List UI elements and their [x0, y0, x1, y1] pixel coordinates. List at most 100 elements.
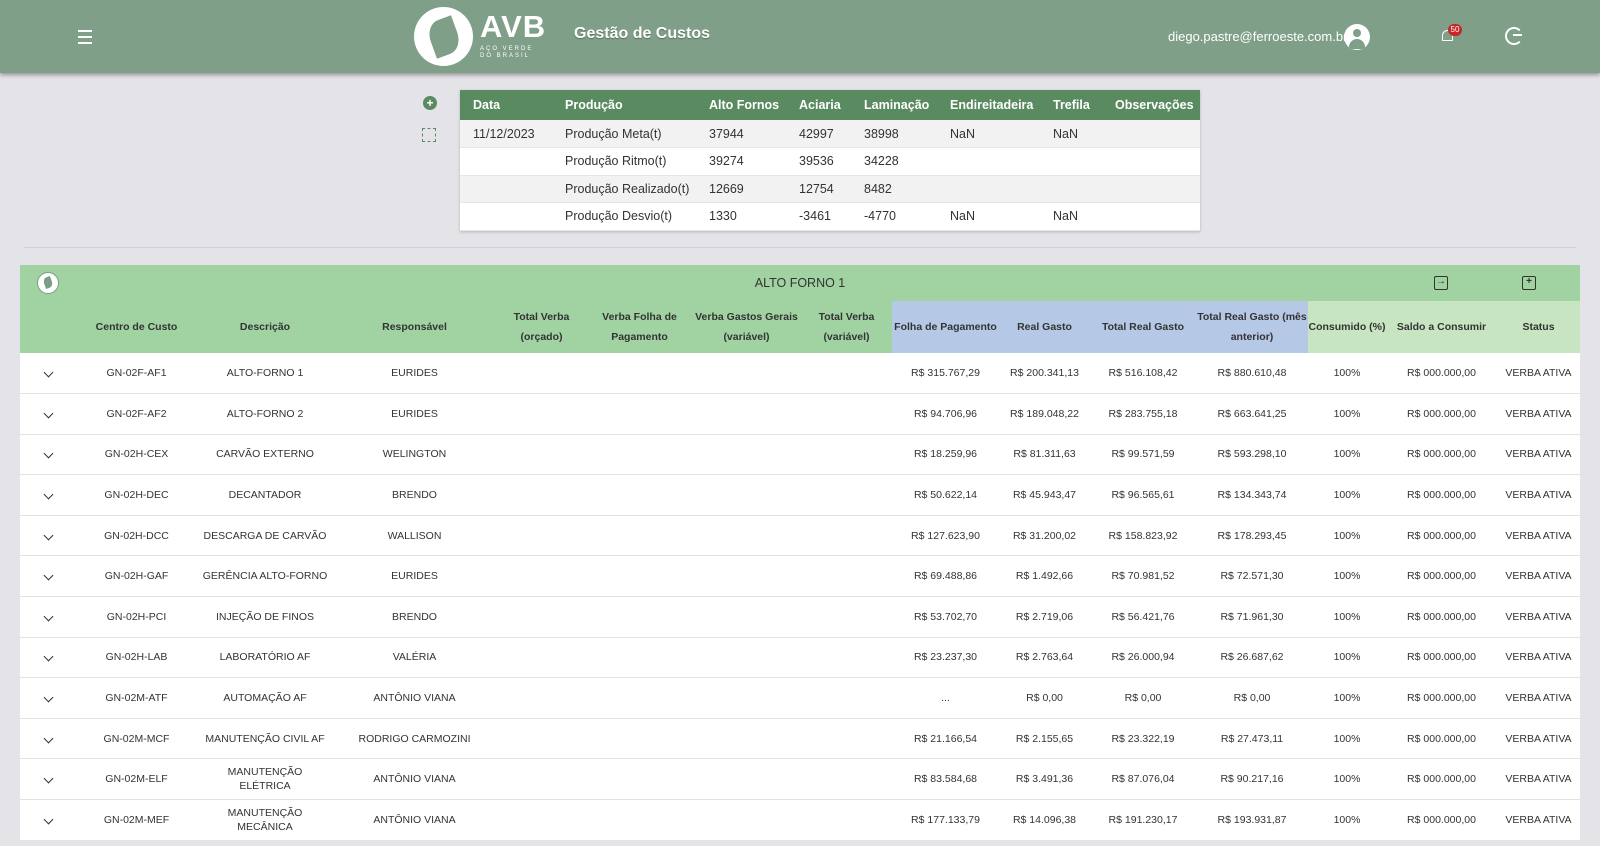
expand-row-cell [20, 393, 76, 435]
table-cell: VERBA ATIVA [1497, 474, 1580, 516]
table-cell [587, 474, 692, 516]
table-cell [801, 555, 892, 598]
table-cell [587, 596, 692, 638]
table-cell: VERBA ATIVA [1497, 637, 1580, 679]
production-cell: NaN [937, 202, 1040, 231]
production-cell: -3461 [786, 202, 851, 231]
table-cell [801, 596, 892, 638]
table-cell: R$ 3.491,36 [999, 758, 1090, 801]
table-cell [801, 677, 892, 719]
table-cell: R$ 000.000,00 [1386, 758, 1497, 801]
column-header-14: Status [1497, 301, 1580, 353]
table-cell [587, 799, 692, 841]
table-cell: R$ 2.719,06 [999, 596, 1090, 638]
user-avatar-icon[interactable] [1344, 24, 1370, 50]
table-cell: GN-02H-CEX [76, 434, 197, 476]
table-cell: R$ 0,00 [1196, 677, 1308, 719]
chevron-down-icon[interactable] [43, 530, 53, 541]
table-cell: R$ 177.133,79 [892, 799, 999, 841]
table-cell: R$ 18.259,96 [892, 434, 999, 476]
table-cell: R$ 178.293,45 [1196, 515, 1308, 557]
table-cell: INJEÇÃO DE FINOS [197, 596, 333, 638]
chevron-down-icon[interactable] [43, 489, 53, 500]
chevron-down-icon[interactable] [43, 773, 53, 784]
table-cell: R$ 663.641,25 [1196, 393, 1308, 435]
table-cell [692, 353, 801, 395]
table-cell [692, 474, 801, 516]
table-cell: R$ 23.237,30 [892, 637, 999, 679]
table-cell [496, 353, 587, 395]
table-cell: VERBA ATIVA [1497, 799, 1580, 841]
table-cell: R$ 14.096,38 [999, 799, 1090, 841]
table-cell: R$ 283.755,18 [1090, 393, 1196, 435]
table-cell: R$ 189.048,22 [999, 393, 1090, 435]
table-cell [801, 353, 892, 395]
chevron-down-icon[interactable] [43, 814, 53, 825]
table-cell [692, 758, 801, 801]
table-cell: GN-02F-AF2 [76, 393, 197, 435]
menu-icon[interactable] [76, 27, 98, 45]
table-cell: 100% [1308, 515, 1386, 557]
production-table: Data Produção Alto Fornos Aciaria Laminação E… [460, 90, 1200, 231]
chevron-down-icon[interactable] [43, 570, 53, 581]
expand-row-cell [20, 515, 76, 557]
expand-row-cell [20, 596, 76, 638]
table-cell: GN-02H-GAF [76, 555, 197, 598]
table-cell: ... [892, 677, 999, 719]
logout-icon[interactable] [1505, 27, 1523, 45]
table-cell: R$ 516.108,42 [1090, 353, 1196, 395]
table-cell: R$ 27.473,11 [1196, 718, 1308, 760]
production-header-1: Produção [552, 90, 696, 120]
table-cell: ALTO-FORNO 2 [197, 393, 333, 435]
chevron-down-icon[interactable] [43, 408, 53, 419]
table-cell: R$ 1.492,66 [999, 555, 1090, 598]
table-cell: R$ 000.000,00 [1386, 677, 1497, 719]
table-cell: ANTÔNIO VIANA [333, 799, 496, 841]
table-cell: VERBA ATIVA [1497, 718, 1580, 760]
table-row: GN-02F-AF1 ALTO-FORNO 1 EURIDES R$ 315.767,… [20, 353, 1580, 395]
table-cell: GN-02M-ELF [76, 758, 197, 801]
table-cell: GN-02H-DEC [76, 474, 197, 516]
table-cell: R$ 000.000,00 [1386, 718, 1497, 760]
chevron-down-icon[interactable] [43, 611, 53, 622]
column-header-11: Total Real Gasto (mês anterior) [1196, 301, 1308, 353]
cost-table: Centro de Custo Descrição Responsável Total… [20, 301, 1580, 841]
table-cell: DECANTADOR [197, 474, 333, 516]
chevron-down-icon[interactable] [43, 692, 53, 703]
table-cell [801, 474, 892, 516]
add-production-icon[interactable]: + [423, 96, 437, 110]
table-cell: GN-02H-PCI [76, 596, 197, 638]
table-cell: VERBA ATIVA [1497, 758, 1580, 801]
production-cell [1102, 202, 1200, 231]
column-header-6: Verba Gastos Gerais (variável) [692, 301, 801, 353]
table-cell: DESCARGA DE CARVÃO [197, 515, 333, 557]
production-row: 11/12/2023 Produção Meta(t) 37944 42997 3899… [460, 120, 1200, 148]
expand-row-cell [20, 353, 76, 395]
notification-badge: 50 [1448, 24, 1462, 36]
production-cell [1102, 147, 1200, 176]
chevron-down-icon[interactable] [43, 733, 53, 744]
table-cell: GERÊNCIA ALTO-FORNO [197, 555, 333, 598]
production-header-5: Endireitadeira [937, 90, 1040, 120]
table-cell: R$ 90.217,16 [1196, 758, 1308, 801]
chevron-down-icon[interactable] [43, 367, 53, 378]
expand-row-cell [20, 799, 76, 841]
table-cell [496, 393, 587, 435]
table-cell: EURIDES [333, 555, 496, 598]
chevron-down-icon[interactable] [43, 652, 53, 662]
table-cell [587, 434, 692, 476]
table-cell [801, 718, 892, 760]
production-cell [460, 147, 552, 176]
table-cell: 100% [1308, 474, 1386, 516]
production-cell [460, 175, 552, 203]
expand-icon[interactable] [422, 128, 436, 142]
export-icon[interactable]: → [1434, 276, 1448, 290]
table-cell [801, 637, 892, 679]
table-cell: R$ 56.421,76 [1090, 596, 1196, 638]
add-icon[interactable]: + [1522, 276, 1536, 290]
chevron-down-icon[interactable] [43, 449, 53, 459]
production-cell [1102, 120, 1200, 148]
production-cell: 39274 [696, 147, 786, 176]
table-row: GN-02M-MCF MANUTENÇÃO CIVIL AF RODRIGO CAR… [20, 718, 1580, 760]
table-cell [587, 718, 692, 760]
